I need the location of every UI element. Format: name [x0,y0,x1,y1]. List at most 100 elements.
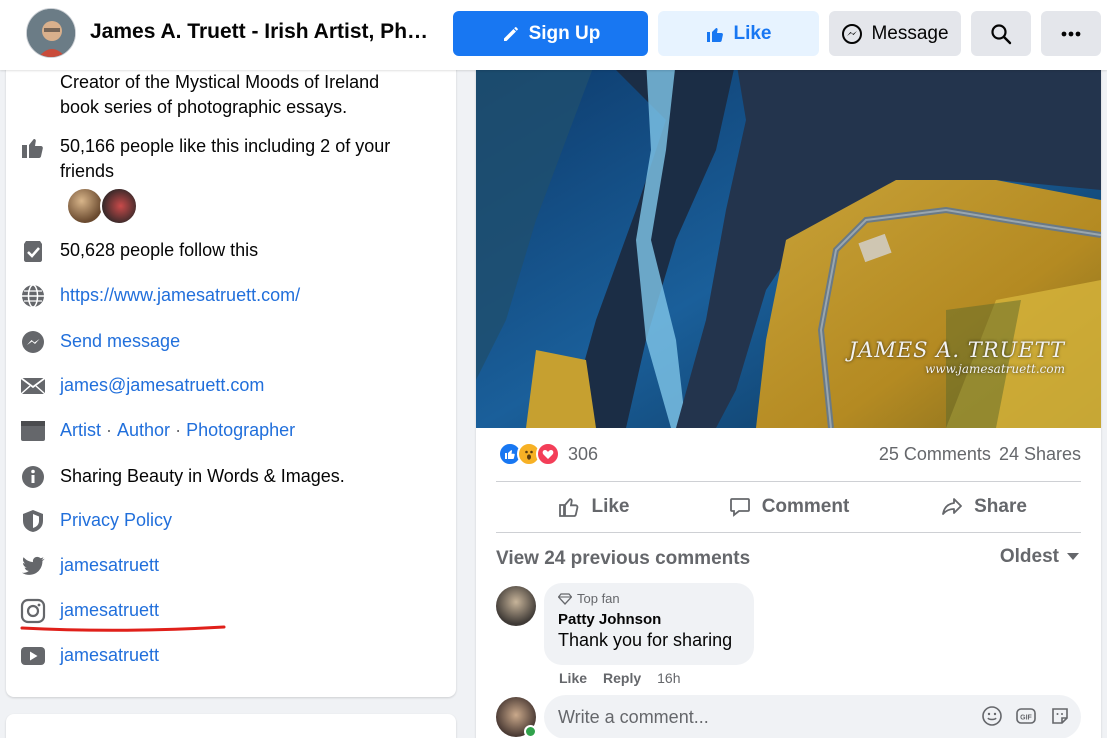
sort-label: Oldest [999,546,1059,567]
instagram-link[interactable]: jamesatruett [60,598,420,623]
email-row: james@jamesatruett.com [20,373,420,399]
watermark-name: JAMES A. TRUETT [848,338,1065,362]
messenger-icon [20,329,46,355]
category-icon [20,418,46,444]
categories-row: Artist · Author · Photographer [20,418,420,444]
comment-like-button[interactable]: Like [559,670,587,686]
comment-bubble: Top fan Patty Johnson Thank you for shar… [544,583,754,665]
commenter-name[interactable]: Patty Johnson [558,611,740,628]
sticker-icon[interactable] [1049,705,1071,727]
shares-count[interactable]: 24 Shares [999,444,1081,465]
instagram-icon [20,598,46,624]
intro-description: Creator of the Mystical Moods of Ireland… [60,72,380,117]
messenger-icon [842,23,863,44]
comment-button[interactable]: Comment [691,482,886,532]
thumbs-up-icon [707,27,724,42]
photo-watermark: JAMES A. TRUETT www.jamesatruett.com [849,338,1065,376]
top-fan-badge: Top fan [558,591,740,606]
youtube-link[interactable]: jamesatruett [60,643,420,668]
chevron-down-icon [1067,553,1079,560]
comment-timestamp[interactable]: 16h [657,670,680,686]
friend-avatar[interactable] [66,187,104,225]
post-photo[interactable]: JAMES A. TRUETT www.jamesatruett.com [476,60,1101,428]
privacy-policy-link[interactable]: Privacy Policy [60,508,420,533]
sign-up-button[interactable]: Sign Up [453,11,648,56]
website-link[interactable]: https://www.jamesatruett.com/ [60,283,420,308]
post-card: JAMES A. TRUETT www.jamesatruett.com 306… [476,60,1101,738]
follows-row: 50,628 people follow this [20,238,420,264]
tagline: Sharing Beauty in Words & Images. [60,466,345,486]
info-icon [20,464,46,490]
thumbs-up-icon [559,498,579,517]
send-message-link[interactable]: Send message [60,329,420,354]
comment-sort-dropdown[interactable]: Oldest [1000,546,1079,568]
view-previous-comments[interactable]: View 24 previous comments [496,548,750,570]
intro-description-row: Creator of the Mystical Moods of Ireland… [20,70,420,120]
share-icon [942,498,962,515]
comment-icon [729,498,750,517]
thumbs-up-icon [20,134,46,160]
red-annotation-underline [20,625,226,632]
follows-count-text: 50,628 people follow this [60,240,259,260]
category-link[interactable]: Author [117,420,170,440]
instagram-row: jamesatruett [20,598,420,624]
friends-avatars[interactable] [66,187,138,225]
diamond-icon [558,592,572,605]
like-post-label: Like [591,496,630,517]
follow-icon [20,238,46,264]
page-header: James A. Truett - Irish Artist, Photogra… [0,0,1107,70]
composer-icons: GIF [981,705,1071,727]
message-label: Message [871,22,949,44]
likes-row: 50,166 people like this including 2 of y… [20,134,420,184]
like-page-button[interactable]: Like [658,11,819,56]
page-avatar[interactable] [26,8,76,58]
comment-actions: Like Reply 16h [559,670,681,686]
shield-icon [20,508,46,534]
pencil-icon [503,26,518,41]
online-status-dot [524,725,537,738]
category-link[interactable]: Photographer [186,420,295,440]
more-icon [1061,31,1081,36]
more-options-button[interactable] [1041,11,1101,56]
top-fan-label: Top fan [577,591,620,606]
search-button[interactable] [971,11,1031,56]
gif-icon[interactable]: GIF [1015,705,1037,727]
reaction-count: 306 [568,443,599,464]
sign-up-label: Sign Up [528,22,601,44]
likes-count-text[interactable]: 50,166 people like this including 2 of y… [60,134,420,184]
tagline-row: Sharing Beauty in Words & Images. [20,464,420,490]
share-button[interactable]: Share [886,482,1081,532]
email-link[interactable]: james@jamesatruett.com [60,373,420,398]
twitter-icon [20,553,46,579]
send-message-row: Send message [20,329,420,355]
love-reaction-icon [536,442,560,466]
divider [496,532,1081,533]
mail-icon [20,373,46,399]
reactions-summary[interactable]: 306 [498,442,598,466]
comment-composer[interactable]: GIF [544,695,1081,738]
friend-avatar[interactable] [100,187,138,225]
comments-count[interactable]: 25 Comments [879,444,991,465]
page-title[interactable]: James A. Truett - Irish Artist, Photogra… [90,20,435,44]
svg-text:GIF: GIF [1020,715,1032,722]
website-row: https://www.jamesatruett.com/ [20,283,420,309]
comment-reply-button[interactable]: Reply [603,670,641,686]
search-icon [991,23,1012,44]
comment-input[interactable] [558,706,958,728]
like-page-label: Like [733,22,772,44]
globe-icon [20,283,46,309]
message-button[interactable]: Message [829,11,961,56]
post-actions: Like Comment Share [496,482,1081,532]
privacy-row: Privacy Policy [20,508,420,534]
commenter-avatar[interactable] [496,586,536,626]
comment-text: Thank you for sharing [558,630,733,650]
next-card [6,714,456,738]
category-link[interactable]: Artist [60,420,101,440]
twitter-link[interactable]: jamesatruett [60,553,420,578]
share-label: Share [974,496,1027,517]
watermark-url: www.jamesatruett.com [924,362,1065,376]
emoji-icon[interactable] [981,705,1003,727]
comment-label: Comment [761,496,850,517]
like-post-button[interactable]: Like [496,482,691,532]
youtube-row: jamesatruett [20,643,420,669]
